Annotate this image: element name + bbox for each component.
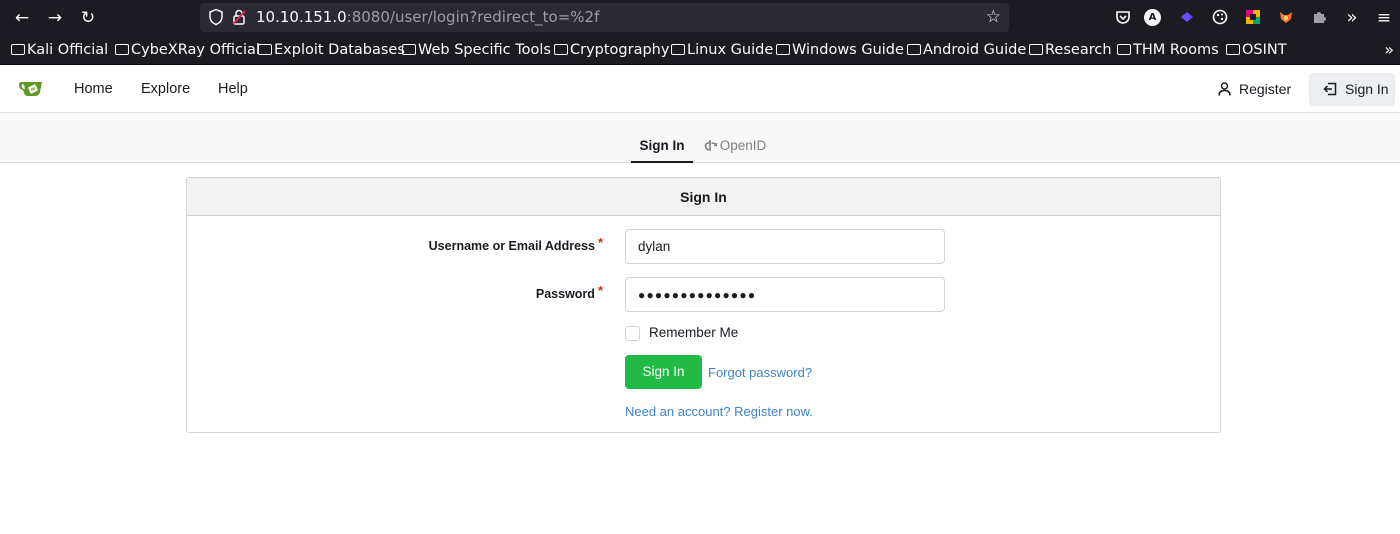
openid-icon <box>704 140 717 151</box>
bookmark-android-guide[interactable]: Android Guide <box>907 36 1026 64</box>
username-input[interactable]: dylan <box>625 229 945 264</box>
folder-icon <box>1226 44 1240 55</box>
sign-in-icon <box>1323 83 1337 96</box>
forward-icon[interactable]: → <box>43 6 67 30</box>
sign-in-submit-button[interactable]: Sign In <box>625 355 702 389</box>
url-host: 10.10.151.0 <box>256 8 347 26</box>
nav-sign-in-button[interactable]: Sign In <box>1309 73 1395 106</box>
bookmarks-bar: Kali Official CybeXRay Official Exploit … <box>0 36 1400 65</box>
register-now-link[interactable]: Need an account? Register now. <box>625 404 813 419</box>
person-icon <box>1218 82 1231 96</box>
username-value: dylan <box>638 239 671 254</box>
required-asterisk: * <box>597 235 603 250</box>
extensions-puzzle-icon[interactable] <box>1309 7 1329 27</box>
folder-icon <box>907 44 921 55</box>
bookmark-windows-guide[interactable]: Windows Guide <box>776 36 904 64</box>
remember-me-checkbox[interactable] <box>625 326 640 341</box>
site-navbar: Home Explore Help Register Sign In <box>0 65 1400 113</box>
bookmark-exploit-databases[interactable]: Exploit Databases <box>258 36 405 64</box>
password-label: Password * <box>535 283 603 301</box>
url-path: :8080/user/login?redirect_to=%2f <box>346 8 600 26</box>
url-bar[interactable]: 10.10.151.0:8080/user/login?redirect_to=… <box>200 3 1009 32</box>
folder-icon <box>11 44 25 55</box>
form-header: Sign In <box>187 178 1220 216</box>
auth-tabs: Sign In OpenID <box>0 113 1400 163</box>
cookie-icon[interactable] <box>1210 7 1230 27</box>
nav-home[interactable]: Home <box>74 65 113 113</box>
account-avatar-icon[interactable]: A <box>1144 9 1161 26</box>
bookmark-research[interactable]: Research <box>1029 36 1112 64</box>
fox-extension-icon[interactable] <box>1276 7 1296 27</box>
sign-in-label: Sign In <box>1345 81 1389 97</box>
folder-icon <box>671 44 685 55</box>
nav-help[interactable]: Help <box>218 65 248 113</box>
reload-icon[interactable]: ↻ <box>76 6 100 30</box>
forgot-password-link[interactable]: Forgot password? <box>708 365 812 380</box>
folder-icon <box>1029 44 1043 55</box>
bookmark-cybexray-official[interactable]: CybeXRay Official <box>115 36 260 64</box>
tab-openid[interactable]: OpenID <box>703 113 767 163</box>
bookmark-star-icon[interactable]: ☆ <box>986 6 1001 28</box>
colorful-extension-icon[interactable] <box>1243 7 1263 27</box>
more-bookmarks-chevron-icon[interactable]: » <box>1384 36 1394 64</box>
remember-me-label[interactable]: Remember Me <box>649 325 738 340</box>
username-label: Username or Email Address * <box>428 235 603 253</box>
shield-icon[interactable] <box>208 8 224 26</box>
sign-in-form: Sign In Username or Email Address * dylan… <box>186 177 1221 433</box>
folder-icon <box>402 44 416 55</box>
bookmark-web-specific-tools[interactable]: Web Specific Tools <box>402 36 551 64</box>
folder-icon <box>1117 44 1131 55</box>
menu-hamburger-icon[interactable]: ≡ <box>1372 6 1396 30</box>
password-input[interactable]: ●●●●●●●●●●●●●● <box>625 277 945 312</box>
bookmark-cryptography[interactable]: Cryptography <box>554 36 669 64</box>
password-mask: ●●●●●●●●●●●●●● <box>638 288 757 302</box>
folder-icon <box>554 44 568 55</box>
url-text[interactable]: 10.10.151.0:8080/user/login?redirect_to=… <box>256 3 599 32</box>
pocket-icon[interactable] <box>1113 7 1133 27</box>
register-label: Register <box>1239 81 1292 97</box>
insecure-lock-icon[interactable] <box>231 8 247 26</box>
overflow-chevron-icon[interactable]: » <box>1340 6 1364 30</box>
back-icon[interactable]: ← <box>10 6 34 30</box>
tab-openid-label: OpenID <box>719 138 767 153</box>
tab-sign-in[interactable]: Sign In <box>631 113 693 163</box>
nav-explore[interactable]: Explore <box>141 65 190 113</box>
proton-extension-icon[interactable] <box>1177 7 1197 27</box>
gitea-logo-icon[interactable] <box>18 80 46 98</box>
browser-toolbar: ← → ↻ 10.10.151.0:8080/user/login?redire… <box>0 0 1400 36</box>
folder-icon <box>258 44 272 55</box>
required-asterisk: * <box>597 283 603 298</box>
register-button[interactable]: Register <box>1208 73 1301 106</box>
folder-icon <box>115 44 129 55</box>
folder-icon <box>776 44 790 55</box>
bookmark-osint[interactable]: OSINT <box>1226 36 1287 64</box>
bookmark-thm-rooms[interactable]: THM Rooms <box>1117 36 1219 64</box>
bookmark-linux-guide[interactable]: Linux Guide <box>671 36 773 64</box>
bookmark-kali-official[interactable]: Kali Official <box>11 36 108 64</box>
